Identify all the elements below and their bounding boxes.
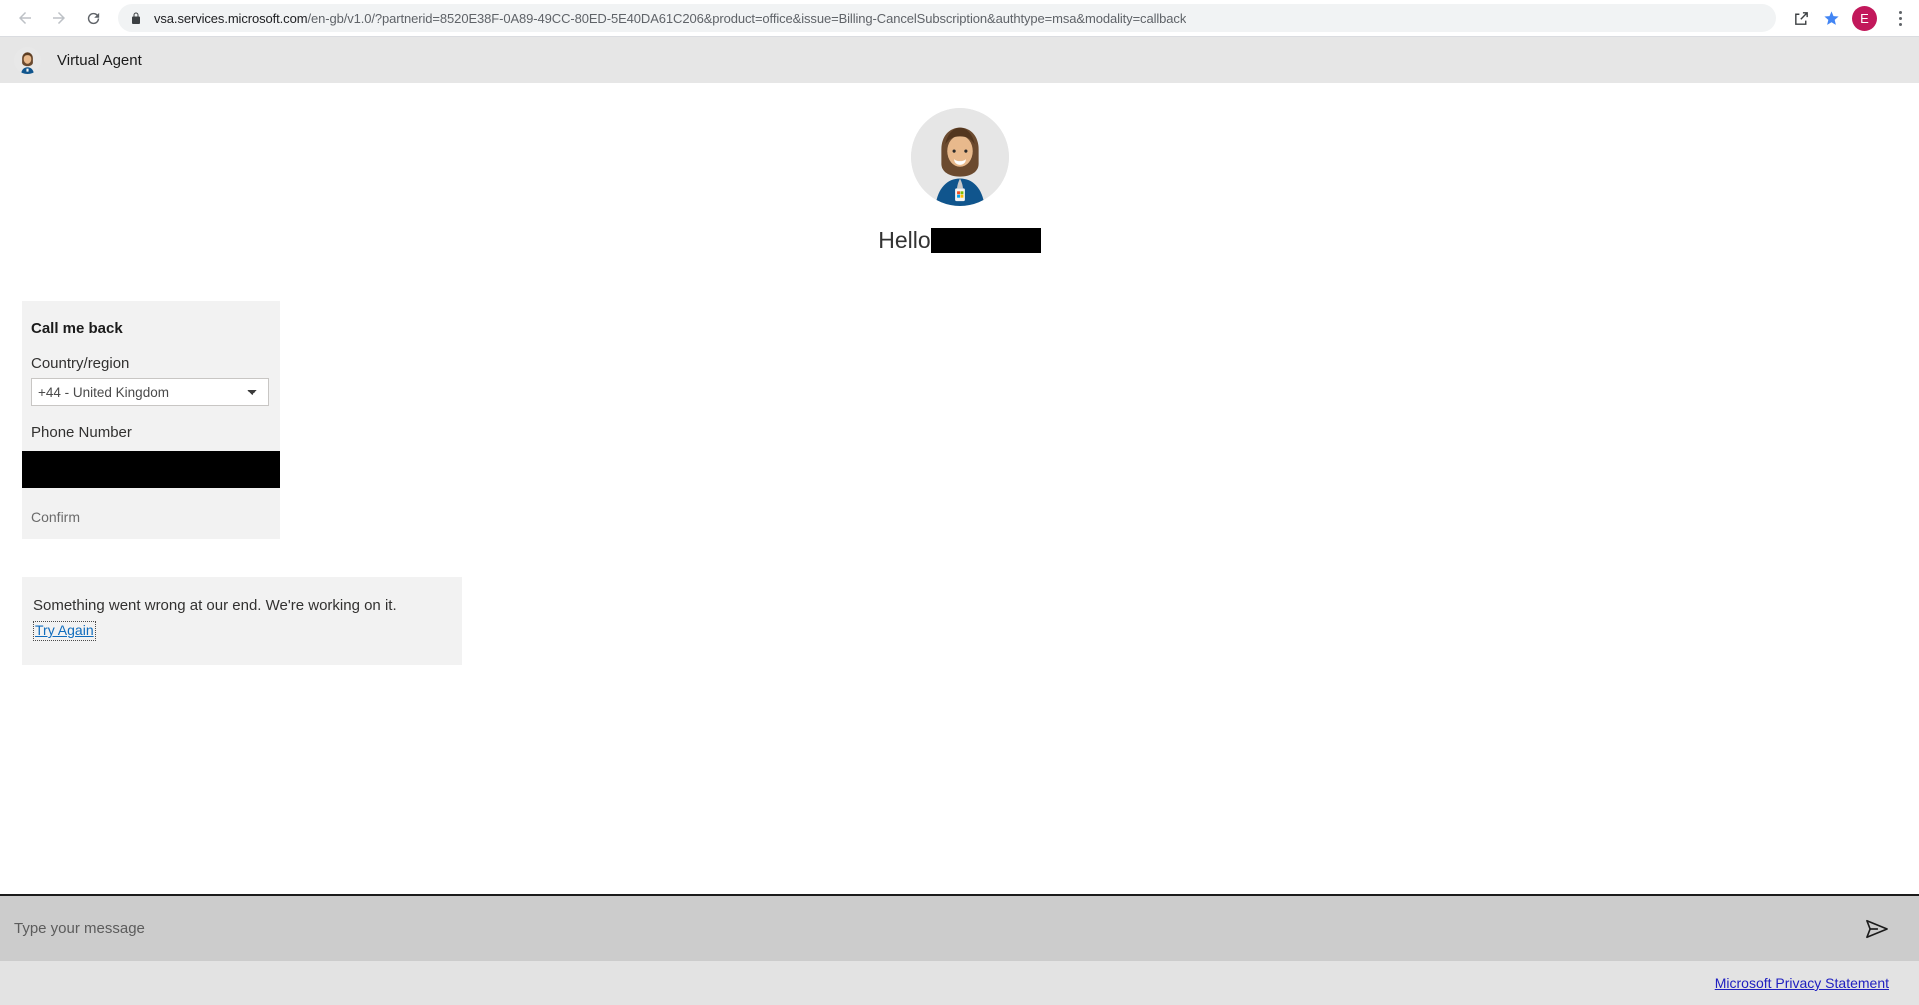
kebab-dot xyxy=(1898,22,1902,26)
kebab-dot xyxy=(1898,16,1902,20)
browser-toolbar: vsa.services.microsoft.com/en-gb/v1.0/?p… xyxy=(0,0,1919,37)
try-again-link[interactable]: Try Again xyxy=(33,621,96,641)
forward-arrow-icon xyxy=(53,12,65,24)
card-title: Call me back xyxy=(31,320,123,337)
send-button[interactable] xyxy=(1849,901,1905,957)
kebab-dot xyxy=(1898,10,1902,14)
send-paper-plane-icon xyxy=(1866,919,1888,938)
virtual-agent-header: Virtual Agent xyxy=(0,37,1919,83)
forward-button[interactable] xyxy=(42,1,76,35)
address-bar[interactable]: vsa.services.microsoft.com/en-gb/v1.0/?p… xyxy=(118,4,1776,32)
country-region-label: Country/region xyxy=(31,355,130,372)
back-button[interactable] xyxy=(8,1,42,35)
country-region-select[interactable]: +44 - United Kingdom xyxy=(31,378,269,406)
star-icon xyxy=(1823,10,1839,25)
agent-avatar-large xyxy=(910,108,1009,206)
share-button[interactable] xyxy=(1786,3,1816,33)
message-composer xyxy=(0,894,1919,961)
page-title: Virtual Agent xyxy=(57,51,142,69)
share-icon xyxy=(1794,11,1808,25)
greeting-block: Hello xyxy=(0,108,1919,253)
agent-avatar-icon xyxy=(14,46,41,74)
url-path: /en-gb/v1.0/?partnerid=8520E38F-0A89-49C… xyxy=(307,10,1187,26)
message-input[interactable] xyxy=(12,919,1849,938)
phone-number-input-redacted[interactable] xyxy=(22,451,280,488)
chat-canvas: Hello Call me back Country/region +44 - … xyxy=(0,83,1919,894)
reload-button[interactable] xyxy=(76,1,110,35)
url-host: vsa.services.microsoft.com xyxy=(154,10,308,26)
error-message: Something went wrong at our end. We're w… xyxy=(33,597,397,614)
greeting-text: Hello xyxy=(878,227,931,253)
phone-number-label: Phone Number xyxy=(31,424,132,441)
privacy-statement-link[interactable]: Microsoft Privacy Statement xyxy=(1715,975,1889,991)
browser-menu-button[interactable] xyxy=(1887,3,1913,33)
lock-icon xyxy=(130,11,142,25)
bookmark-button[interactable] xyxy=(1816,3,1846,33)
profile-avatar[interactable]: E xyxy=(1852,5,1877,31)
confirm-button[interactable]: Confirm xyxy=(31,509,80,525)
browser-actions: E xyxy=(1786,3,1913,33)
reload-icon xyxy=(87,12,99,24)
page-footer: Microsoft Privacy Statement xyxy=(0,961,1919,1005)
back-arrow-icon xyxy=(19,12,31,24)
redacted-user-name xyxy=(930,228,1041,253)
greeting-row: Hello xyxy=(878,227,1041,253)
url-text: vsa.services.microsoft.com/en-gb/v1.0/?p… xyxy=(154,11,1186,26)
error-card: Something went wrong at our end. We're w… xyxy=(22,577,462,665)
call-me-back-card: Call me back Country/region +44 - United… xyxy=(22,301,280,539)
